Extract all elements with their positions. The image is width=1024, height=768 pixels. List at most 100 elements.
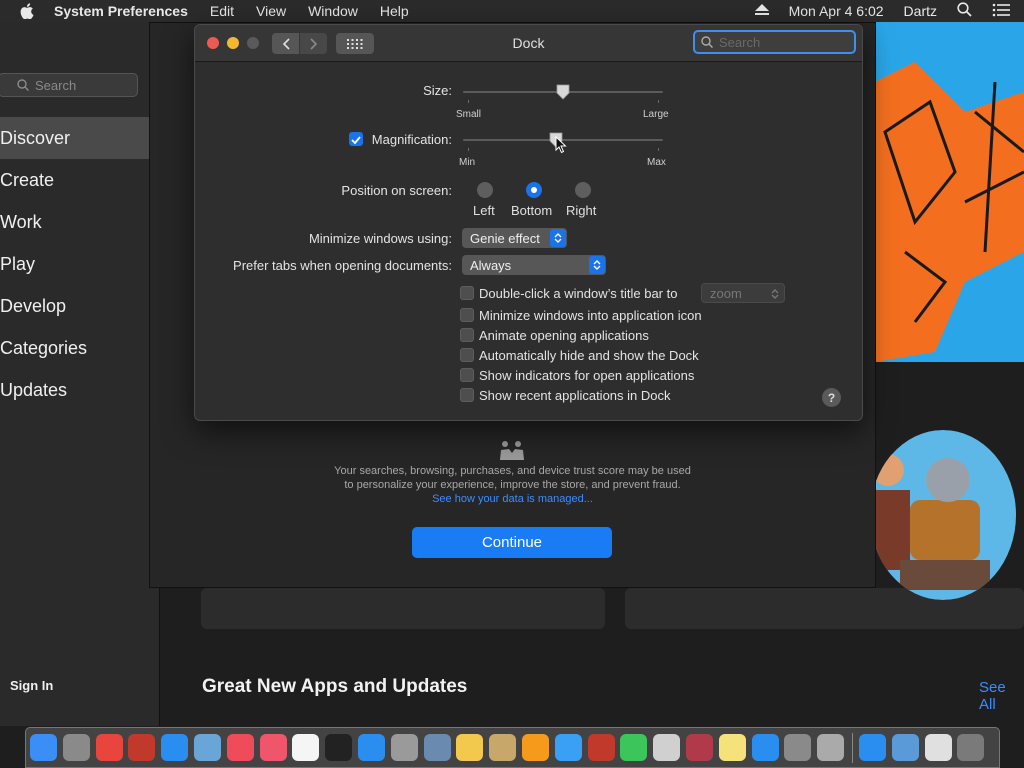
messages-icon[interactable] [554,734,582,761]
trash-icon[interactable] [957,734,985,761]
show-recent-apps-label: Show recent applications in Dock [479,388,671,403]
prefs-search-input[interactable]: Search [693,30,856,54]
music-icon[interactable] [259,734,287,761]
preview-icon[interactable] [193,734,221,761]
size-slider-thumb[interactable] [556,84,570,100]
facetime-icon[interactable] [620,734,648,761]
store-nav-play[interactable]: Play [0,243,149,285]
sketch-icon[interactable] [456,734,484,761]
store-search-input[interactable]: Search [0,73,138,97]
store-nav-work[interactable]: Work [0,201,149,243]
app-store-2-icon[interactable] [858,734,886,761]
privacy-notice: Your searches, browsing, purchases, and … [149,464,876,506]
store-sidebar: Search Discover Create Work Play Develop… [0,22,160,726]
size-label: Size: [423,83,452,98]
size-max-label: Large [643,109,669,120]
sign-in-button[interactable]: Sign In [10,678,53,693]
continue-button[interactable]: Continue [412,527,612,558]
privacy-link[interactable]: See how your data is managed... [149,492,876,506]
spotlight-icon[interactable] [957,2,972,20]
notes-icon[interactable] [718,734,746,761]
position-left-radio[interactable] [477,182,493,198]
store-nav-categories[interactable]: Categories [0,327,149,369]
photo-booth-icon[interactable] [587,734,615,761]
magnification-tick-min [468,148,469,151]
prefer-tabs-popup[interactable]: Always [462,255,606,275]
flashcard-icon[interactable] [128,734,156,761]
featured-card-left[interactable] [201,588,605,629]
size-tick-min [468,100,469,103]
chrome-icon[interactable] [95,734,123,761]
downloads-icon[interactable] [891,734,919,761]
menu-app-name[interactable]: System Preferences [54,3,188,19]
position-bottom-radio[interactable] [526,182,542,198]
notification-center-icon[interactable] [992,3,1010,20]
window-titlebar[interactable]: Dock Search [195,25,862,62]
menu-bar: System Preferences Edit View Window Help… [0,0,1024,22]
updown-arrows-icon [589,256,605,274]
app-store-icon[interactable] [751,734,779,761]
prefer-tabs-value: Always [470,257,512,273]
safari-icon[interactable] [161,734,189,761]
finder-icon[interactable] [30,734,57,761]
show-recent-apps-checkbox[interactable] [460,388,474,402]
help-button[interactable]: ? [822,388,841,407]
magnification-tick-max [658,148,659,151]
menu-window[interactable]: Window [308,3,358,19]
minimize-into-icon-checkbox[interactable] [460,308,474,322]
xcode-icon[interactable] [423,734,451,761]
news-icon[interactable] [226,734,254,761]
updown-arrows-icon [550,229,566,247]
animate-opening-label: Animate opening applications [479,328,649,343]
notebook-icon[interactable] [489,734,517,761]
calendar-icon[interactable] [292,734,320,761]
printer-icon[interactable] [924,734,952,761]
position-right-radio[interactable] [575,182,591,198]
menu-clock[interactable]: Mon Apr 4 6:02 [789,3,884,19]
menu-help[interactable]: Help [380,3,409,19]
double-click-checkbox[interactable] [460,286,474,300]
dock-preferences-window: Dock Search Size: Small Large Magnificat… [194,24,863,421]
game-artwork[interactable] [870,430,1016,600]
store-nav-develop[interactable]: Develop [0,285,149,327]
position-label: Position on screen: [341,183,452,198]
dock [25,727,1000,768]
position-right-label: Right [566,203,597,218]
position-left-label: Left [473,203,495,218]
stocks-icon[interactable] [325,734,353,761]
wifi-icon[interactable] [357,734,385,761]
updown-arrows-icon [767,285,783,303]
minimize-effect-popup[interactable]: Genie effect [462,228,567,248]
store-nav-updates[interactable]: Updates [0,369,149,411]
menu-user[interactable]: Dartz [904,3,937,19]
search-icon [701,36,713,48]
prefs-search-placeholder: Search [719,34,761,50]
animate-opening-checkbox[interactable] [460,328,474,342]
see-all-link[interactable]: See All [979,679,1024,713]
font-book-icon[interactable] [390,734,418,761]
dock-separator [851,732,853,763]
script-editor-icon[interactable] [817,734,845,761]
hero-artwork[interactable] [875,22,1024,362]
apple-menu-icon[interactable] [18,2,36,20]
size-min-label: Small [456,109,482,120]
dictionary-icon[interactable] [685,734,713,761]
store-nav-create[interactable]: Create [0,159,149,201]
position-bottom-label: Bottom [511,203,553,218]
launchpad-icon[interactable] [62,734,90,761]
prefer-tabs-label: Prefer tabs when opening documents: [233,258,452,273]
double-click-label: Double-click a window’s title bar to [479,286,678,301]
minimize-label: Minimize windows using: [308,231,452,246]
menu-edit[interactable]: Edit [210,3,234,19]
menu-view[interactable]: View [256,3,286,19]
autohide-dock-checkbox[interactable] [460,348,474,362]
search-icon [17,79,29,91]
quick-note-icon[interactable] [653,734,681,761]
system-preferences-icon[interactable] [784,734,812,761]
show-indicators-checkbox[interactable] [460,368,474,382]
double-click-action-popup[interactable]: zoom [701,283,785,303]
eject-icon[interactable] [754,3,769,19]
privacy-handshake-icon [498,440,526,465]
store-nav-discover[interactable]: Discover [0,117,149,159]
books-icon[interactable] [521,734,549,761]
